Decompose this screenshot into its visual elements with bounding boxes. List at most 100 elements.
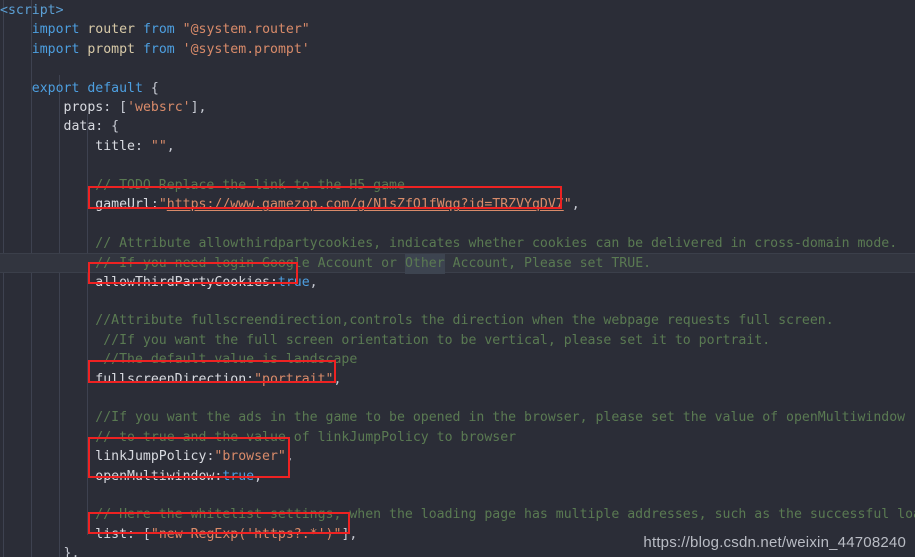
code-token-str: 'websrc'	[127, 100, 191, 115]
code-token-punc: :	[246, 371, 255, 387]
code-token-punc	[0, 331, 103, 350]
code-token-punc	[0, 370, 95, 389]
code-token-punc	[0, 408, 95, 427]
code-token-punc: ,	[166, 138, 175, 154]
code-token-punc	[0, 544, 64, 557]
code-token-punc	[79, 40, 87, 59]
code-line[interactable]: // Attribute allowthirdpartycookies, ind…	[0, 234, 915, 253]
code-token-cmt: // Here the whitelist settings, when the…	[95, 507, 915, 523]
code-line[interactable]: title: "",	[0, 137, 915, 156]
code-token-punc	[175, 20, 183, 39]
code-token-cmt: // If you need login Google Account or	[95, 256, 405, 272]
code-token-cmt: //If you want the full screen orientatio…	[103, 332, 771, 348]
code-token-str: "portrait"	[254, 371, 334, 387]
code-token-punc: : {	[95, 119, 120, 135]
code-line[interactable]: //If you want the ads in the game to be …	[0, 408, 915, 427]
code-token-punc	[0, 117, 64, 136]
code-token-str: "browser"	[214, 449, 286, 465]
code-token-punc	[0, 311, 95, 330]
code-token-punc	[0, 98, 64, 117]
code-token-bool: true	[277, 274, 310, 290]
code-token-punc	[135, 40, 143, 59]
code-line[interactable]: <script>	[0, 1, 915, 20]
code-token-punc	[0, 273, 95, 292]
code-token-str: "	[563, 197, 572, 212]
code-line[interactable]: //Attribute fullscreendirection,controls…	[0, 311, 915, 330]
code-token-prop: fullscreenDirection	[95, 371, 247, 387]
code-token-cmt: Account, Please set TRUE.	[444, 256, 652, 272]
code-token-punc: ],	[341, 526, 358, 542]
code-line[interactable]: props: ['websrc'],	[0, 98, 915, 117]
code-line[interactable]: allowThirdPartyCookies:true,	[0, 273, 915, 292]
code-token-punc: ,	[254, 468, 263, 484]
code-token-kw: from	[142, 22, 175, 38]
code-line[interactable]	[0, 59, 915, 78]
code-token-punc: ,	[571, 197, 580, 212]
code-token-cmt: Other	[404, 254, 445, 274]
code-line[interactable]	[0, 156, 915, 175]
code-token-cmt: // to true and the value of linkJumpPoli…	[95, 429, 517, 445]
code-line[interactable]: // If you need login Google Account or O…	[0, 253, 915, 274]
code-line[interactable]	[0, 486, 915, 505]
code-line[interactable]: //The default value is landscape	[0, 350, 915, 369]
code-token-prop: openMultiwindow	[95, 468, 215, 484]
code-token-cmt: // Attribute allowthirdpartycookies, ind…	[95, 235, 898, 251]
code-token-punc: : [	[127, 526, 151, 542]
code-token-tag: <script>	[0, 3, 64, 18]
code-token-punc: :	[134, 138, 151, 154]
code-line[interactable]: fullscreenDirection:"portrait",	[0, 370, 915, 389]
code-token-punc	[0, 428, 95, 447]
code-token-prop: data	[63, 119, 96, 135]
watermark-url: https://blog.csdn.net/weixin_44708240	[643, 534, 906, 551]
code-token-str: '@system.prompt'	[182, 41, 310, 57]
code-token-prop: props	[63, 100, 104, 115]
code-token-punc: {	[142, 80, 159, 96]
code-line[interactable]	[0, 292, 915, 311]
code-token-str: "@system.router"	[182, 22, 310, 38]
code-token-punc	[0, 467, 95, 486]
code-token-cmt: // TODO Replace the link to the H5 game	[95, 177, 405, 193]
code-line[interactable]: linkJumpPolicy:"browser",	[0, 447, 915, 466]
code-token-prop: title	[95, 138, 135, 154]
code-token-punc	[0, 40, 32, 59]
code-line[interactable]: // TODO Replace the link to the H5 game	[0, 176, 915, 195]
code-token-punc: ,	[285, 449, 294, 465]
code-line[interactable]: // to true and the value of linkJumpPoli…	[0, 428, 915, 447]
code-line[interactable]: import router from "@system.router"	[0, 20, 915, 39]
code-editor-view[interactable]: <script> import router from "@system.rou…	[0, 0, 915, 557]
code-token-punc	[0, 234, 95, 253]
code-token-str: ""	[150, 138, 167, 154]
code-token-kw: import	[31, 22, 80, 38]
code-token-prop: list	[95, 526, 128, 542]
code-token-punc	[0, 525, 95, 544]
code-token-punc	[79, 20, 87, 39]
code-token-punc: ],	[190, 100, 207, 115]
code-line[interactable]: import prompt from '@system.prompt'	[0, 40, 915, 59]
code-token-punc: :	[214, 468, 223, 484]
code-line[interactable]: gameUrl:"https://www.gamezop.com/g/N1sZf…	[0, 195, 915, 214]
code-token-punc	[0, 350, 103, 369]
code-line[interactable]	[0, 214, 915, 233]
code-token-punc	[0, 447, 95, 466]
code-token-punc	[135, 20, 143, 39]
code-line[interactable]: data: {	[0, 117, 915, 136]
code-token-punc	[0, 137, 95, 156]
code-token-ident: prompt	[87, 41, 135, 57]
code-token-kw: import	[31, 41, 80, 57]
code-line[interactable]: openMultiwindow:true,	[0, 467, 915, 486]
code-token-prop: linkJumpPolicy	[95, 449, 207, 465]
code-token-cmt: //The default value is landscape	[103, 352, 358, 368]
code-token-kw: default	[87, 80, 143, 96]
code-token-punc: : [	[103, 100, 128, 115]
code-token-punc	[0, 505, 95, 524]
code-token-bool: true	[222, 468, 255, 484]
code-token-str: "new RegExp('https?.*')"	[150, 526, 342, 542]
code-token-str: "	[158, 197, 167, 212]
code-line[interactable]: // Here the whitelist settings, when the…	[0, 505, 915, 524]
code-token-punc	[0, 254, 95, 273]
code-line[interactable]	[0, 389, 915, 408]
code-line[interactable]: export default {	[0, 79, 915, 98]
code-token-punc: },	[63, 546, 80, 557]
code-line[interactable]: //If you want the full screen orientatio…	[0, 331, 915, 350]
code-token-link: https://www.gamezop.com/g/N1sZfO1fWqg?id…	[166, 197, 564, 212]
